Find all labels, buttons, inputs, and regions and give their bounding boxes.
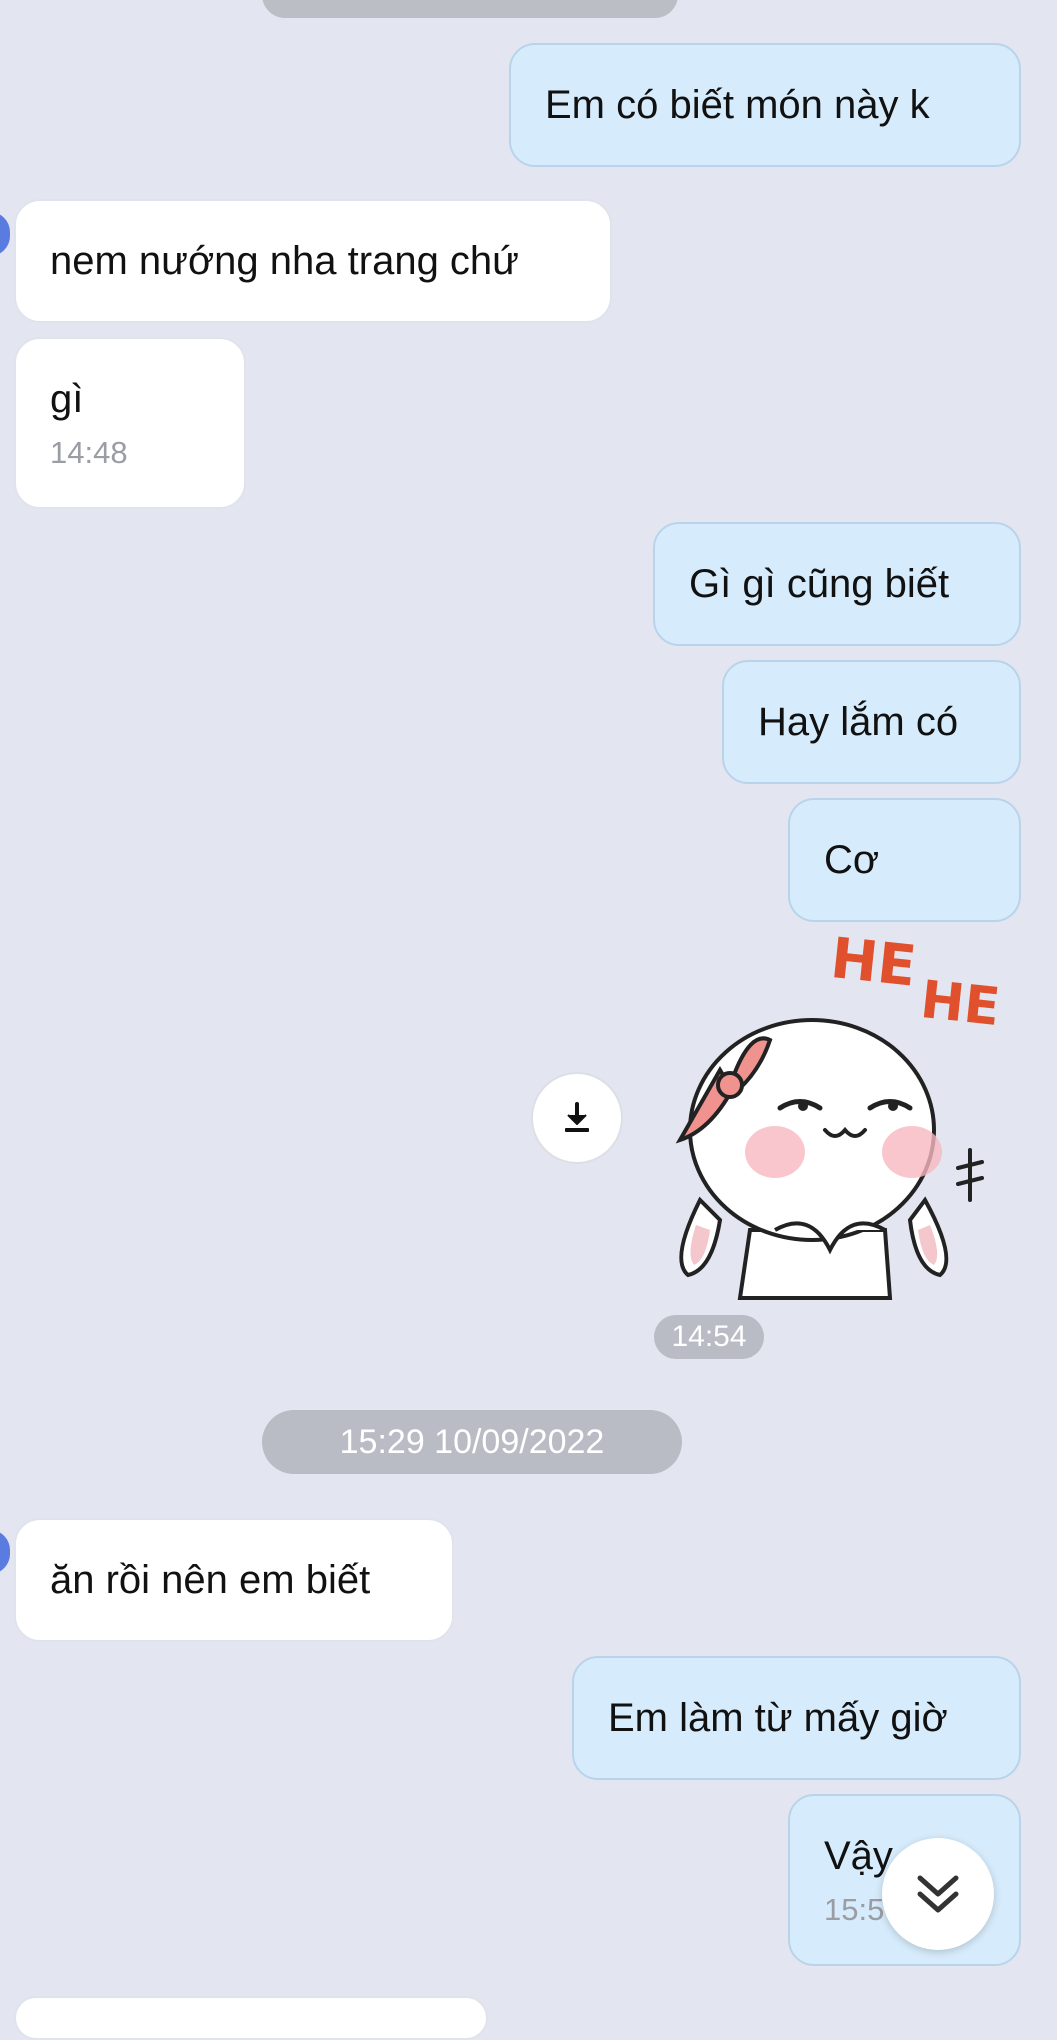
sticker-caption-text: HE	[918, 970, 1003, 1038]
message-text: Hay lắm có	[758, 700, 959, 744]
message-bubble-outgoing[interactable]: Hay lắm có	[722, 660, 1021, 784]
download-button[interactable]	[531, 1072, 623, 1164]
message-bubble-outgoing[interactable]: Em có biết món này k	[509, 43, 1021, 167]
message-bubble-outgoing[interactable]: Em làm từ mấy giờ	[572, 1656, 1021, 1780]
bunny-sticker-icon: HE HE	[675, 926, 1003, 1300]
message-text: Em có biết món này k	[545, 83, 930, 127]
avatar[interactable]	[0, 212, 10, 256]
date-divider-partial	[262, 0, 678, 18]
avatar[interactable]	[0, 1530, 10, 1574]
sticker-time: 14:54	[654, 1315, 764, 1359]
date-divider: 15:29 10/09/2022	[262, 1410, 682, 1474]
message-text: Cơ	[824, 838, 880, 882]
message-bubble-incoming[interactable]: ăn rồi nên em biết	[14, 1518, 454, 1642]
message-text: nem nướng nha trang chứ	[50, 239, 519, 283]
message-bubble-outgoing[interactable]: Cơ	[788, 798, 1021, 922]
message-text: Em làm từ mấy giờ	[608, 1696, 948, 1740]
download-icon	[565, 1102, 589, 1132]
message-bubble-incoming[interactable]: gì 14:48	[14, 337, 246, 509]
scroll-to-bottom-button[interactable]	[882, 1838, 994, 1950]
message-bubble-incoming[interactable]: nem nướng nha trang chứ	[14, 199, 612, 323]
double-chevron-down-icon	[917, 1875, 959, 1913]
sticker-message[interactable]: HE HE	[640, 926, 1010, 1300]
message-text: Gì gì cũng biết	[689, 562, 950, 606]
message-time: 14:48	[50, 435, 128, 470]
message-bubble-outgoing[interactable]: Gì gì cũng biết	[653, 522, 1021, 646]
message-text: ăn rồi nên em biết	[50, 1558, 371, 1602]
chat-area[interactable]: Em có biết món này k nem nướng nha trang…	[0, 0, 1057, 2040]
message-text: gì	[50, 377, 84, 421]
sticker-caption-text: HE	[828, 930, 919, 1000]
message-bubble-incoming-partial[interactable]	[14, 1996, 488, 2040]
